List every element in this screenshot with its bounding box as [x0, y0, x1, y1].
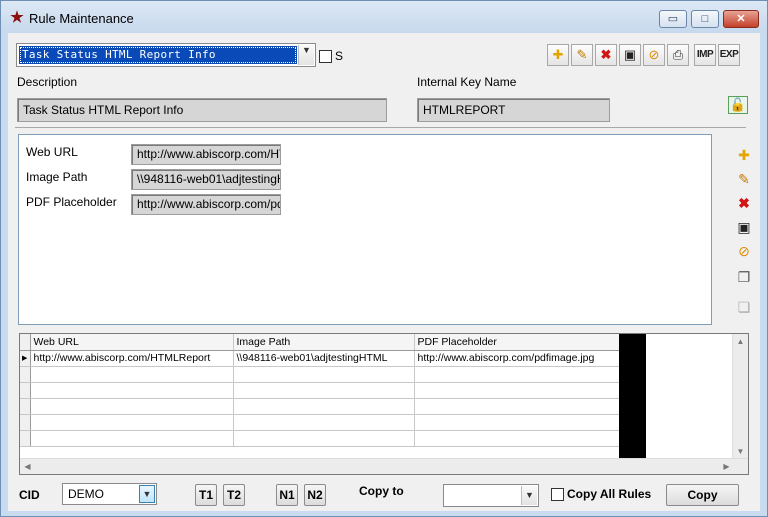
- table-row[interactable]: [20, 398, 620, 415]
- rule-maintenance-window: ★ Rule Maintenance ▭ □ ✕ Task Status HTM…: [0, 0, 768, 517]
- data-grid: Web URL Image Path PDF Placeholder ▶ htt…: [19, 333, 749, 475]
- table-cell[interactable]: http://www.abiscorp.com/pdfimage.jpg: [414, 350, 620, 367]
- title-bar[interactable]: ★ Rule Maintenance ▭ □ ✕: [1, 1, 767, 33]
- star-icon: ★: [10, 9, 24, 26]
- copy-all-rules-checkbox[interactable]: [551, 488, 564, 501]
- cancel-circle-icon[interactable]: ⊘: [734, 241, 754, 261]
- minimize-button[interactable]: ▭: [659, 10, 687, 28]
- floppy-disk-icon[interactable]: ▣: [734, 217, 754, 237]
- table-cell[interactable]: http://www.abiscorp.com/HTMLReport: [30, 350, 234, 367]
- paste-icon[interactable]: ❏: [734, 297, 754, 317]
- export-button[interactable]: EXP: [718, 44, 740, 66]
- scroll-right-icon[interactable]: ▶: [719, 459, 734, 474]
- grid-filler-column: [619, 334, 646, 460]
- image-path-field[interactable]: \\948116-web01\adjtestingHTML: [131, 169, 281, 190]
- cid-select[interactable]: DEMO ▼: [62, 483, 157, 505]
- rule-select[interactable]: Task Status HTML Report Info ▼: [16, 43, 316, 67]
- column-header[interactable]: Image Path: [233, 334, 415, 351]
- close-button[interactable]: ✕: [723, 10, 759, 28]
- table-row[interactable]: [20, 366, 620, 383]
- edit-icon[interactable]: ✎: [571, 44, 593, 66]
- cancel-circle-icon[interactable]: ⊘: [643, 44, 665, 66]
- table-cell[interactable]: \\948116-web01\adjtestingHTML: [233, 350, 415, 367]
- current-row-indicator: ▶: [20, 350, 31, 367]
- client-area: Task Status HTML Report Info ▼ S ✚ ✎ ✖ ▣…: [8, 33, 760, 511]
- chevron-down-icon[interactable]: ▼: [298, 45, 314, 65]
- cid-label: CID: [19, 488, 40, 502]
- divider: [15, 127, 746, 128]
- description-field[interactable]: Task Status HTML Report Info: [17, 98, 387, 122]
- s-checkbox-label: S: [335, 49, 344, 63]
- table-row[interactable]: ▶ http://www.abiscorp.com/HTMLReport \\9…: [20, 350, 620, 367]
- delete-x-icon[interactable]: ✖: [595, 44, 617, 66]
- n1-button[interactable]: N1: [276, 484, 298, 506]
- copy-to-select-value: [446, 487, 520, 504]
- row-indicator-header: [20, 334, 31, 351]
- n2-button[interactable]: N2: [304, 484, 326, 506]
- horizontal-scrollbar[interactable]: ◀ ▶: [20, 458, 748, 474]
- window-title: Rule Maintenance: [29, 11, 134, 26]
- printer-icon[interactable]: ⎙: [667, 44, 689, 66]
- t1-button[interactable]: T1: [195, 484, 217, 506]
- edit-icon[interactable]: ✎: [734, 169, 754, 189]
- cid-select-value: DEMO: [68, 487, 104, 501]
- maximize-button[interactable]: □: [691, 10, 719, 28]
- copy-to-select[interactable]: ▼: [443, 484, 539, 507]
- chevron-down-icon[interactable]: ▼: [139, 485, 155, 503]
- t2-button[interactable]: T2: [223, 484, 245, 506]
- scroll-left-icon[interactable]: ◀: [20, 459, 35, 474]
- vertical-scrollbar[interactable]: ▲ ▼: [732, 334, 748, 459]
- web-url-label: Web URL: [26, 145, 78, 159]
- new-document-icon[interactable]: ✚: [547, 44, 569, 66]
- column-header[interactable]: Web URL: [30, 334, 234, 351]
- floppy-disk-icon[interactable]: ▣: [619, 44, 641, 66]
- unlocked-padlock-icon[interactable]: 🔓: [728, 96, 748, 114]
- import-button[interactable]: IMP: [694, 44, 716, 66]
- copy-icon[interactable]: ❐: [734, 267, 754, 287]
- column-header[interactable]: PDF Placeholder: [414, 334, 620, 351]
- copy-to-label: Copy to: [359, 484, 404, 498]
- scroll-up-icon[interactable]: ▲: [733, 334, 748, 349]
- delete-x-icon[interactable]: ✖: [734, 193, 754, 213]
- internal-key-field[interactable]: HTMLREPORT: [417, 98, 610, 122]
- s-checkbox[interactable]: [319, 50, 332, 63]
- table-row[interactable]: [20, 430, 620, 447]
- rule-select-value: Task Status HTML Report Info: [19, 46, 297, 64]
- image-path-label: Image Path: [26, 170, 88, 184]
- grid-header-row: Web URL Image Path PDF Placeholder: [20, 334, 620, 351]
- copy-button[interactable]: Copy: [666, 484, 739, 506]
- scroll-down-icon[interactable]: ▼: [733, 444, 748, 459]
- internal-key-label: Internal Key Name: [417, 75, 517, 89]
- description-label: Description: [17, 75, 78, 89]
- pdf-placeholder-field[interactable]: http://www.abiscorp.com/pdfimage.jpg: [131, 194, 281, 215]
- web-url-field[interactable]: http://www.abiscorp.com/HTMLReport: [131, 144, 281, 165]
- chevron-down-icon[interactable]: ▼: [521, 486, 537, 505]
- copy-all-rules-label: Copy All Rules: [567, 487, 652, 501]
- pdf-placeholder-label: PDF Placeholder: [26, 195, 117, 209]
- detail-panel: Web URL http://www.abiscorp.com/HTMLRepo…: [18, 134, 712, 325]
- table-row[interactable]: [20, 382, 620, 399]
- new-document-icon[interactable]: ✚: [734, 145, 754, 165]
- grid-table: Web URL Image Path PDF Placeholder ▶ htt…: [20, 334, 620, 447]
- table-row[interactable]: [20, 414, 620, 431]
